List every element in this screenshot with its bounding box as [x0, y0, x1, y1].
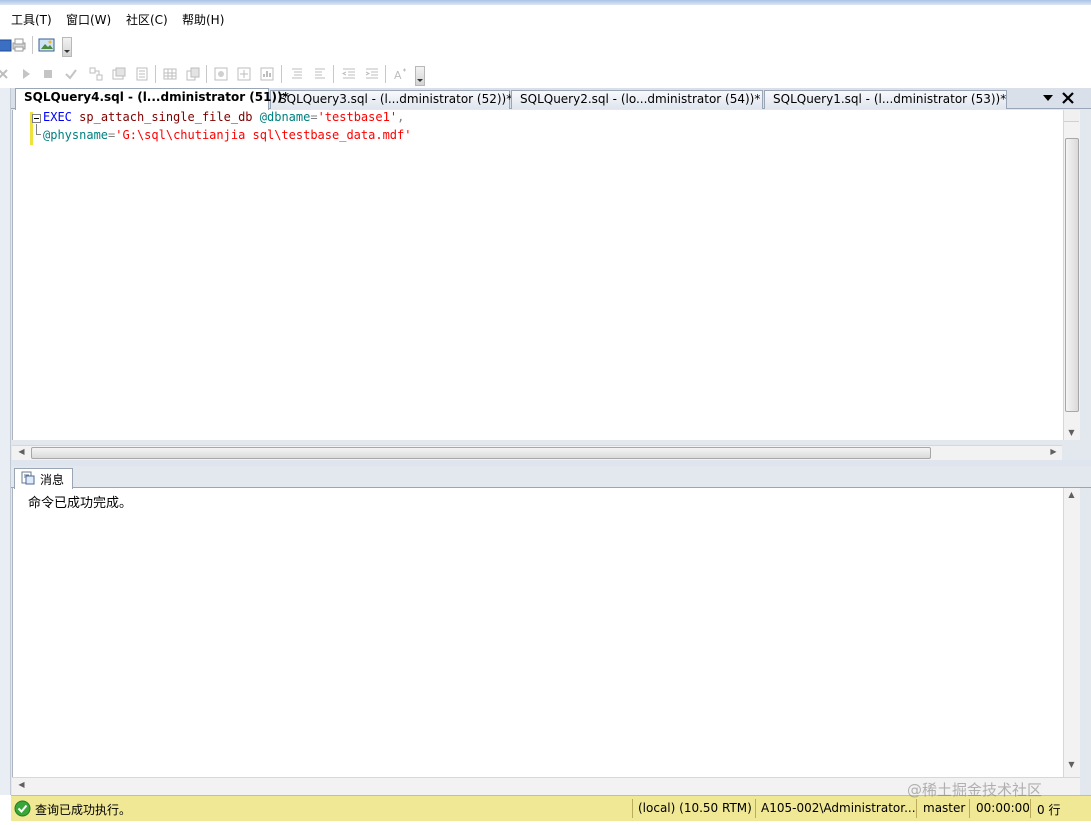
code-string: 'G:\sql\chutianjia sql\testbase_data.mdf… [115, 128, 412, 142]
standard-toolbar [0, 31, 1091, 60]
scroll-thumb[interactable] [1065, 138, 1079, 412]
font-icon[interactable]: A [392, 65, 410, 83]
status-separator [755, 799, 756, 818]
scroll-right-arrow[interactable]: ▶ [1046, 447, 1061, 456]
outline-line-end [36, 134, 41, 135]
svg-text:A: A [394, 69, 402, 82]
indent-icon[interactable] [363, 65, 381, 83]
status-separator [1030, 799, 1031, 818]
scroll-left-arrow[interactable]: ◀ [14, 780, 29, 789]
execute-icon[interactable] [17, 65, 35, 83]
cancel-icon[interactable] [0, 65, 12, 83]
menu-window[interactable]: 窗口(W) [66, 11, 111, 28]
toolbar-separator [281, 65, 282, 83]
toolbar-separator [32, 36, 33, 54]
sql-editor[interactable]: EXEC sp_attach_single_file_db @dbname='t… [12, 110, 1080, 440]
toolbar-separator [385, 65, 386, 83]
tab-label: 消息 [40, 473, 65, 487]
messages-vertical-scrollbar[interactable]: ▲ ▼ [1063, 488, 1080, 777]
code-operator: = [310, 110, 318, 124]
chevron-down-icon[interactable] [1039, 89, 1057, 107]
status-database: master [923, 801, 966, 815]
query-document-window: SQLQuery4.sql - (l...dministrator (51))*… [11, 88, 1091, 795]
code-string: 'testbase1' [317, 110, 398, 124]
message-icon [21, 471, 35, 488]
comment-icon[interactable] [288, 65, 306, 83]
stats-icon[interactable] [258, 65, 276, 83]
toolbar-overflow-button[interactable] [62, 37, 72, 57]
menu-bar: 工具(T) 窗口(W) 社区(C) 帮助(H) [0, 5, 1091, 31]
window-bottom-edge [0, 821, 1091, 825]
query-plan-icon[interactable] [87, 65, 105, 83]
menu-help[interactable]: 帮助(H) [182, 11, 224, 28]
parse-icon[interactable] [62, 65, 80, 83]
document-tab-strip: SQLQuery4.sql - (l...dministrator (51))*… [11, 88, 1091, 110]
tab-messages[interactable]: 消息 [14, 468, 74, 489]
menu-tools[interactable]: 工具(T) [11, 11, 52, 28]
splitter-grip[interactable] [1064, 110, 1079, 122]
image-icon[interactable] [38, 36, 56, 54]
code-line-1: EXEC sp_attach_single_file_db @dbname='t… [43, 110, 404, 124]
code-keyword: EXEC [43, 110, 72, 124]
sql-editor-toolbar: A [0, 60, 1091, 88]
scroll-thumb[interactable] [31, 447, 931, 459]
status-login: A105-002\Administrator... [761, 801, 916, 815]
status-separator [632, 799, 633, 818]
plan-icon[interactable] [235, 65, 253, 83]
toolbar-separator [333, 65, 334, 83]
check-circle-icon [14, 800, 31, 820]
editor-vertical-scrollbar[interactable]: ▼ [1063, 110, 1080, 440]
tab-label: SQLQuery3.sql - (l...dministrator (52))* [279, 92, 513, 106]
collapse-icon[interactable] [32, 114, 41, 123]
code-line-2: @physname='G:\sql\chutianjia sql\testbas… [43, 128, 411, 142]
code-parameter: @dbname [259, 110, 311, 124]
code-procedure: sp_attach_single_file_db [79, 110, 253, 124]
code-parameter: @physname [43, 128, 109, 142]
results-icon[interactable] [133, 65, 151, 83]
grid-icon[interactable] [161, 65, 179, 83]
status-separator [916, 799, 917, 818]
close-icon[interactable] [1059, 89, 1077, 107]
file-icon[interactable] [184, 65, 202, 83]
stop-icon[interactable] [39, 65, 57, 83]
tab-label: SQLQuery2.sql - (lo...dministrator (54))… [520, 92, 761, 106]
outdent-icon[interactable] [340, 65, 358, 83]
tab-sqlquery3[interactable]: SQLQuery3.sql - (l...dministrator (52))* [270, 90, 513, 109]
editor-horizontal-scrollbar[interactable]: ◀ ▶ [12, 445, 1062, 460]
editor-margin [13, 110, 31, 440]
query-options-icon[interactable] [110, 65, 128, 83]
tab-label: SQLQuery1.sql - (l...dministrator (53))* [773, 92, 1007, 106]
results-tab-strip: 消息 [11, 466, 1091, 489]
status-elapsed: 00:00:00 [976, 801, 1030, 815]
status-server: (local) (10.50 RTM) [638, 801, 752, 815]
status-message: 查询已成功执行。 [35, 803, 132, 817]
menu-community[interactable]: 社区(C) [126, 11, 168, 28]
scroll-up-arrow[interactable]: ▲ [1064, 490, 1079, 499]
watermark: @稀土掘金技术社区 [907, 781, 1043, 799]
status-rows: 0 行 [1037, 803, 1061, 817]
tab-sqlquery2[interactable]: SQLQuery2.sql - (lo...dministrator (54))… [511, 90, 763, 109]
print-icon[interactable] [10, 36, 28, 54]
scroll-down-arrow[interactable]: ▼ [1064, 428, 1079, 437]
toolbar-separator [155, 65, 156, 83]
toolbar-separator [206, 65, 207, 83]
uncomment-icon[interactable] [311, 65, 329, 83]
status-separator [969, 799, 970, 818]
message-text: 命令已成功完成。 [28, 496, 133, 511]
scroll-down-arrow[interactable]: ▼ [1064, 760, 1079, 769]
estimate-icon[interactable] [212, 65, 230, 83]
left-panel-edge [0, 88, 11, 795]
tab-sqlquery1[interactable]: SQLQuery1.sql - (l...dministrator (53))* [764, 90, 1007, 109]
messages-pane[interactable]: 命令已成功完成。 ▲ ▼ [12, 488, 1080, 777]
tab-label: SQLQuery4.sql - (l...dministrator (51))* [24, 90, 289, 104]
tab-sqlquery4[interactable]: SQLQuery4.sql - (l...dministrator (51))* [15, 88, 289, 110]
code-punctuation: , [397, 110, 405, 124]
toolbar-overflow-button[interactable] [415, 66, 425, 86]
scroll-left-arrow[interactable]: ◀ [14, 447, 29, 456]
